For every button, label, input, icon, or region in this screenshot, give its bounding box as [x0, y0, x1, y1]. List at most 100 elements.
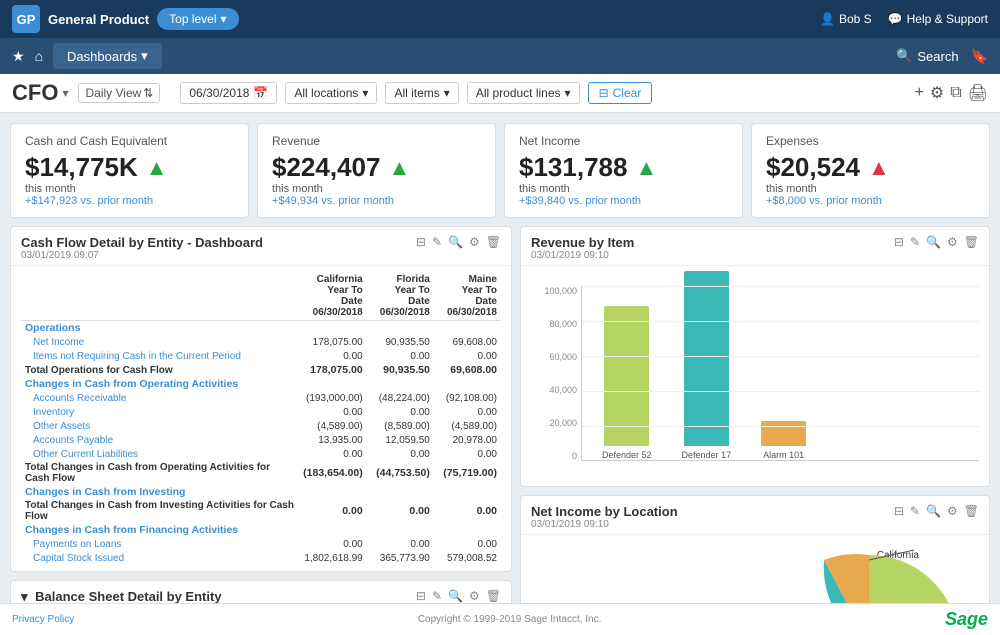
logo-area: GP General Product Top level ▾: [12, 5, 239, 33]
table-row: Accounts Receivable(193,000.00)(48,224.0…: [21, 391, 501, 405]
net-income-title-area: Net Income by Location 03/01/2019 09:10: [531, 504, 678, 530]
net-income-title: Net Income by Location: [531, 504, 678, 519]
gear-icon-btn[interactable]: ⚙: [469, 235, 480, 249]
search-button[interactable]: 🔍 Search: [896, 48, 958, 64]
footer: Privacy Policy Copyright © 1999-2019 Sag…: [0, 603, 1000, 635]
kpi-netincome-sub: this month: [519, 183, 728, 195]
table-row: Other Assets(4,589.00)(8,589.00)(4,589.0…: [21, 419, 501, 433]
up-arrow-icon: ▲: [388, 155, 410, 181]
net-income-card: Net Income by Location 03/01/2019 09:10 …: [520, 495, 990, 603]
filter-icon-btn4[interactable]: ⊟: [894, 504, 904, 518]
cashflow-card: Cash Flow Detail by Entity - Dashboard 0…: [10, 226, 512, 572]
kpi-netincome-label: Net Income: [519, 134, 728, 148]
y-label-100k: 100,000: [544, 286, 577, 296]
filter-row: 06/30/2018 📅 All locations ▾ All items ▾…: [180, 82, 652, 104]
table-row: Total Operations for Cash Flow178,075.00…: [21, 363, 501, 377]
trash-icon-btn3[interactable]: 🗑: [964, 235, 979, 249]
settings-button[interactable]: ⚙: [930, 83, 944, 103]
filter-icon-btn[interactable]: ⊟: [416, 235, 426, 249]
edit-icon-btn[interactable]: ✎: [432, 235, 442, 249]
bar-label-alarm101: Alarm 101: [763, 450, 804, 460]
copyright-text: Copyright © 1999-2019 Sage Intacct, Inc.: [418, 614, 602, 625]
privacy-link[interactable]: Privacy Policy: [12, 614, 74, 625]
filter-icon-btn3[interactable]: ⊟: [894, 235, 904, 249]
sage-logo: Sage: [945, 609, 988, 630]
trash-icon-btn2[interactable]: 🗑: [486, 589, 501, 603]
cashflow-body: CaliforniaYear To Date06/30/2018 Florida…: [11, 266, 511, 571]
star-icon-button[interactable]: ★: [12, 48, 25, 65]
edit-icon-btn3[interactable]: ✎: [910, 235, 920, 249]
table-row: Changes in Cash from Financing Activitie…: [21, 523, 501, 537]
top-level-button[interactable]: Top level ▾: [157, 8, 238, 30]
date-filter[interactable]: 06/30/2018 📅: [180, 82, 277, 104]
kpi-expenses-sub: this month: [766, 183, 975, 195]
trash-icon-btn[interactable]: 🗑: [486, 235, 501, 249]
y-label-20k: 20,000: [549, 418, 577, 428]
zoom-icon-btn[interactable]: 🔍: [448, 235, 463, 249]
collapse-icon[interactable]: ▾: [21, 589, 28, 603]
copy-button[interactable]: ⧉: [950, 84, 961, 102]
zoom-icon-btn4[interactable]: 🔍: [926, 504, 941, 518]
filter-icon: ⊟: [599, 86, 609, 100]
edit-icon-btn4[interactable]: ✎: [910, 504, 920, 518]
filter-icon-btn2[interactable]: ⊟: [416, 589, 426, 603]
clear-button[interactable]: ⊟ Clear: [588, 82, 653, 104]
company-name: General Product: [48, 12, 149, 27]
bar-label-defender17: Defender 17: [682, 450, 732, 460]
page-title-caret[interactable]: ▾: [62, 86, 68, 100]
table-row: Operations: [21, 321, 501, 336]
left-col: Cash Flow Detail by Entity - Dashboard 0…: [10, 226, 512, 603]
bar-group-defender52: Defender 52: [602, 306, 652, 460]
view-selector[interactable]: Daily View ⇅: [78, 83, 160, 103]
kpi-revenue-label: Revenue: [272, 134, 481, 148]
balance-title: ▾ Balance Sheet Detail by Entity: [21, 589, 222, 603]
help-area[interactable]: 💬 Help & Support: [888, 12, 988, 26]
zoom-icon-btn3[interactable]: 🔍: [926, 235, 941, 249]
grid-line: [582, 391, 979, 392]
app-logo: GP: [12, 5, 40, 33]
chevron-down-icon: ▾: [444, 86, 450, 100]
cf-col-california: CaliforniaYear To Date06/30/2018: [299, 272, 367, 321]
kpi-netincome: Net Income $131,788 ▲ this month +$39,84…: [504, 123, 743, 218]
kpi-cash-sub: this month: [25, 183, 234, 195]
items-filter[interactable]: All items ▾: [385, 82, 458, 104]
bar-label-defender52: Defender 52: [602, 450, 652, 460]
grid-line: [582, 356, 979, 357]
table-row: Items not Requiring Cash in the Current …: [21, 349, 501, 363]
grid-line: [582, 286, 979, 287]
gear-icon-btn2[interactable]: ⚙: [469, 589, 480, 603]
y-label-40k: 40,000: [549, 385, 577, 395]
product-lines-filter[interactable]: All product lines ▾: [467, 82, 580, 104]
grid-line: [582, 321, 979, 322]
top-nav-right: 👤 Bob S 💬 Help & Support: [820, 12, 988, 26]
chat-icon: 💬: [888, 12, 903, 26]
page-title-area: CFO ▾: [12, 80, 68, 106]
header-actions: + ⚙ ⧉ 🖨: [915, 83, 988, 103]
kpi-cash: Cash and Cash Equivalent $14,775K ▲ this…: [10, 123, 249, 218]
chevron-down-icon: ▾: [565, 86, 571, 100]
chevron-down-icon: ▾: [221, 12, 227, 26]
bookmark-button[interactable]: 🔖: [971, 48, 988, 65]
edit-icon-btn2[interactable]: ✎: [432, 589, 442, 603]
kpi-revenue-value: $224,407: [272, 152, 380, 183]
trash-icon-btn4[interactable]: 🗑: [964, 504, 979, 518]
bar-group-defender17: Defender 17: [682, 271, 732, 460]
dashboards-button[interactable]: Dashboards ▾: [53, 43, 162, 69]
add-button[interactable]: +: [915, 84, 924, 102]
gear-icon-btn4[interactable]: ⚙: [947, 504, 958, 518]
zoom-icon-btn2[interactable]: 🔍: [448, 589, 463, 603]
kpi-expenses: Expenses $20,524 ▲ this month +$8,000 vs…: [751, 123, 990, 218]
bar-alarm101: [761, 421, 806, 446]
second-nav-right: 🔍 Search 🔖: [896, 48, 988, 65]
revenue-chart: 100,000 80,000 60,000 40,000 20,000 0: [521, 266, 989, 486]
home-icon-button[interactable]: ⌂: [35, 48, 43, 64]
location-filter[interactable]: All locations ▾: [285, 82, 377, 104]
print-button[interactable]: 🖨: [968, 83, 988, 103]
gear-icon-btn3[interactable]: ⚙: [947, 235, 958, 249]
bar-defender52: [604, 306, 649, 446]
user-area[interactable]: 👤 Bob S: [820, 12, 872, 26]
second-nav: ★ ⌂ Dashboards ▾ 🔍 Search 🔖: [0, 38, 1000, 74]
kpi-cash-value: $14,775K: [25, 152, 138, 183]
cashflow-date: 03/01/2019 09:07: [21, 250, 263, 261]
net-income-date: 03/01/2019 09:10: [531, 519, 678, 530]
